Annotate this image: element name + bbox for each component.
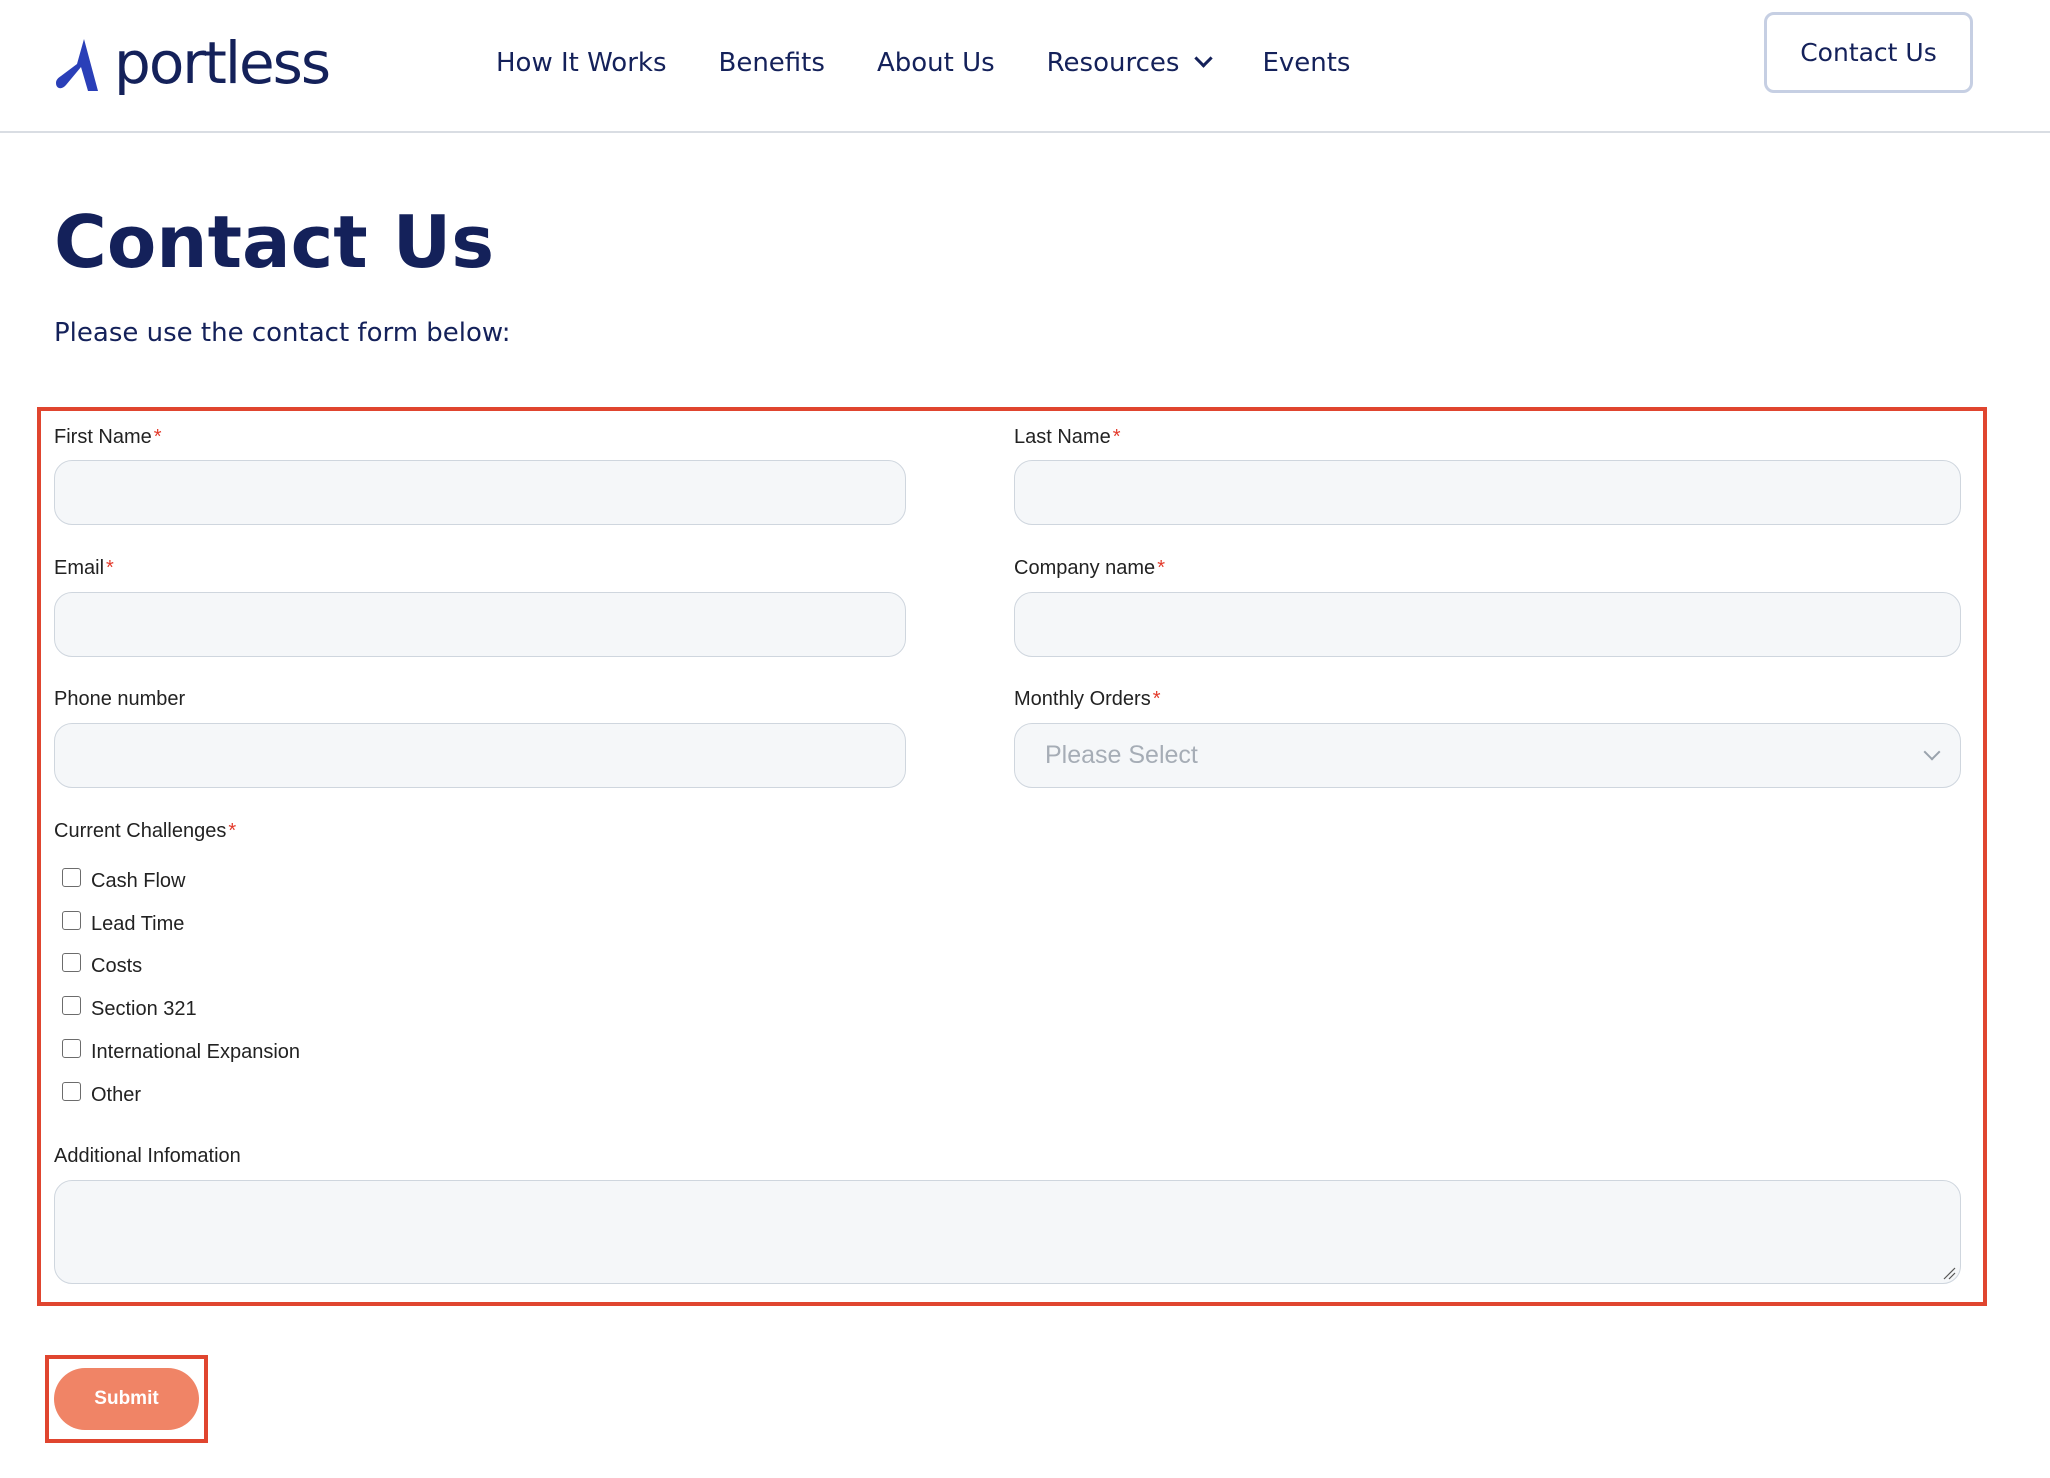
checkbox-label: International Expansion: [91, 1041, 301, 1063]
checkbox[interactable]: [62, 1039, 81, 1058]
logo-text: portless: [114, 29, 331, 97]
submit-button[interactable]: Submit: [54, 1368, 199, 1430]
last-name-input[interactable]: [1014, 460, 1961, 525]
checkbox[interactable]: [62, 868, 81, 887]
checkbox[interactable]: [62, 911, 81, 930]
page-title: Contact Us: [54, 200, 495, 284]
company-name-label: Company name *: [1014, 557, 1165, 579]
logo[interactable]: portless: [54, 29, 331, 100]
nav-about-us[interactable]: About Us: [877, 48, 995, 78]
challenge-option-section-321[interactable]: Section 321: [62, 996, 197, 1021]
form-highlight-box: [37, 407, 1987, 1306]
last-name-label: Last Name *: [1014, 426, 1121, 448]
challenge-option-lead-time[interactable]: Lead Time: [62, 911, 185, 936]
challenge-option-international-expansion[interactable]: International Expansion: [62, 1039, 301, 1064]
checkbox-label: Costs: [91, 955, 143, 977]
resize-grip-icon[interactable]: [1942, 1266, 1956, 1280]
additional-info-textarea[interactable]: [54, 1180, 1961, 1284]
challenge-option-cash-flow[interactable]: Cash Flow: [62, 868, 186, 893]
company-name-input[interactable]: [1014, 592, 1961, 657]
additional-info-label: Additional Infomation: [54, 1145, 241, 1167]
page-subtitle: Please use the contact form below:: [54, 318, 511, 348]
phone-input[interactable]: [54, 723, 906, 788]
first-name-input[interactable]: [54, 460, 906, 525]
checkbox[interactable]: [62, 1082, 81, 1101]
main-nav: How It Works Benefits About Us Resources…: [496, 48, 1402, 78]
nav-how-it-works[interactable]: How It Works: [496, 48, 667, 78]
checkbox[interactable]: [62, 953, 81, 972]
challenge-option-other[interactable]: Other: [62, 1082, 142, 1107]
site-header: portless How It Works Benefits About Us …: [0, 0, 2050, 133]
nav-resources-label: Resources: [1046, 48, 1180, 78]
checkbox[interactable]: [62, 996, 81, 1015]
checkbox-label: Lead Time: [91, 913, 185, 935]
phone-label: Phone number: [54, 688, 186, 710]
first-name-label: First Name *: [54, 426, 162, 448]
checkbox-label: Other: [91, 1084, 142, 1106]
checkbox-label: Section 321: [91, 998, 197, 1020]
monthly-orders-select[interactable]: Please Select: [1014, 723, 1961, 788]
portless-logo-icon: [56, 39, 98, 91]
chevron-down-icon: [1194, 48, 1214, 68]
challenges-label: Current Challenges *: [54, 820, 237, 842]
nav-resources[interactable]: Resources: [1046, 48, 1214, 78]
chevron-down-icon: [1923, 743, 1941, 761]
email-label: Email *: [54, 557, 114, 579]
email-input[interactable]: [54, 592, 906, 657]
challenge-option-costs[interactable]: Costs: [62, 953, 143, 978]
monthly-orders-value: Please Select: [1045, 741, 1198, 769]
nav-benefits[interactable]: Benefits: [719, 48, 825, 78]
nav-events[interactable]: Events: [1262, 48, 1350, 78]
checkbox-label: Cash Flow: [91, 870, 186, 892]
monthly-orders-label: Monthly Orders *: [1014, 688, 1161, 710]
header-contact-button[interactable]: Contact Us: [1764, 12, 1973, 93]
